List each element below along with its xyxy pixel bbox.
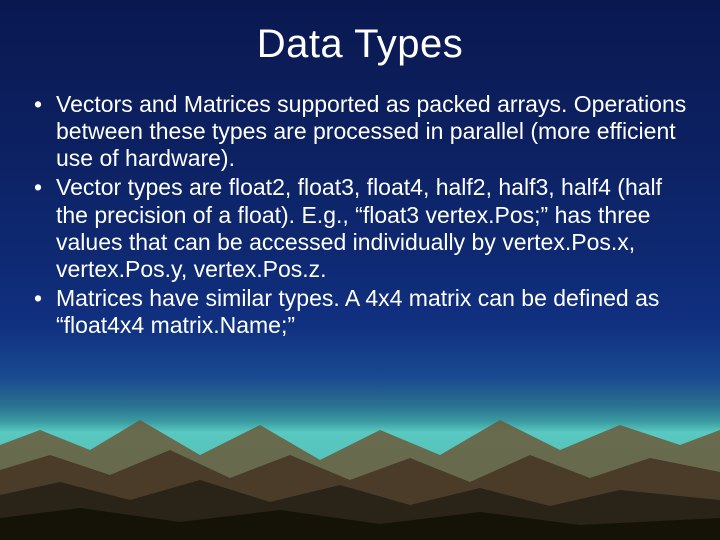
landscape-decoration (0, 400, 720, 540)
bullet-list: Vectors and Matrices supported as packed… (28, 91, 692, 339)
bullet-item: Matrices have similar types. A 4x4 matri… (28, 285, 692, 339)
bullet-item: Vectors and Matrices supported as packed… (28, 91, 692, 172)
slide-content: Vectors and Matrices supported as packed… (0, 85, 720, 339)
bullet-item: Vector types are float2, float3, float4,… (28, 174, 692, 283)
slide: Data Types Vectors and Matrices supporte… (0, 0, 720, 540)
slide-title: Data Types (0, 0, 720, 85)
